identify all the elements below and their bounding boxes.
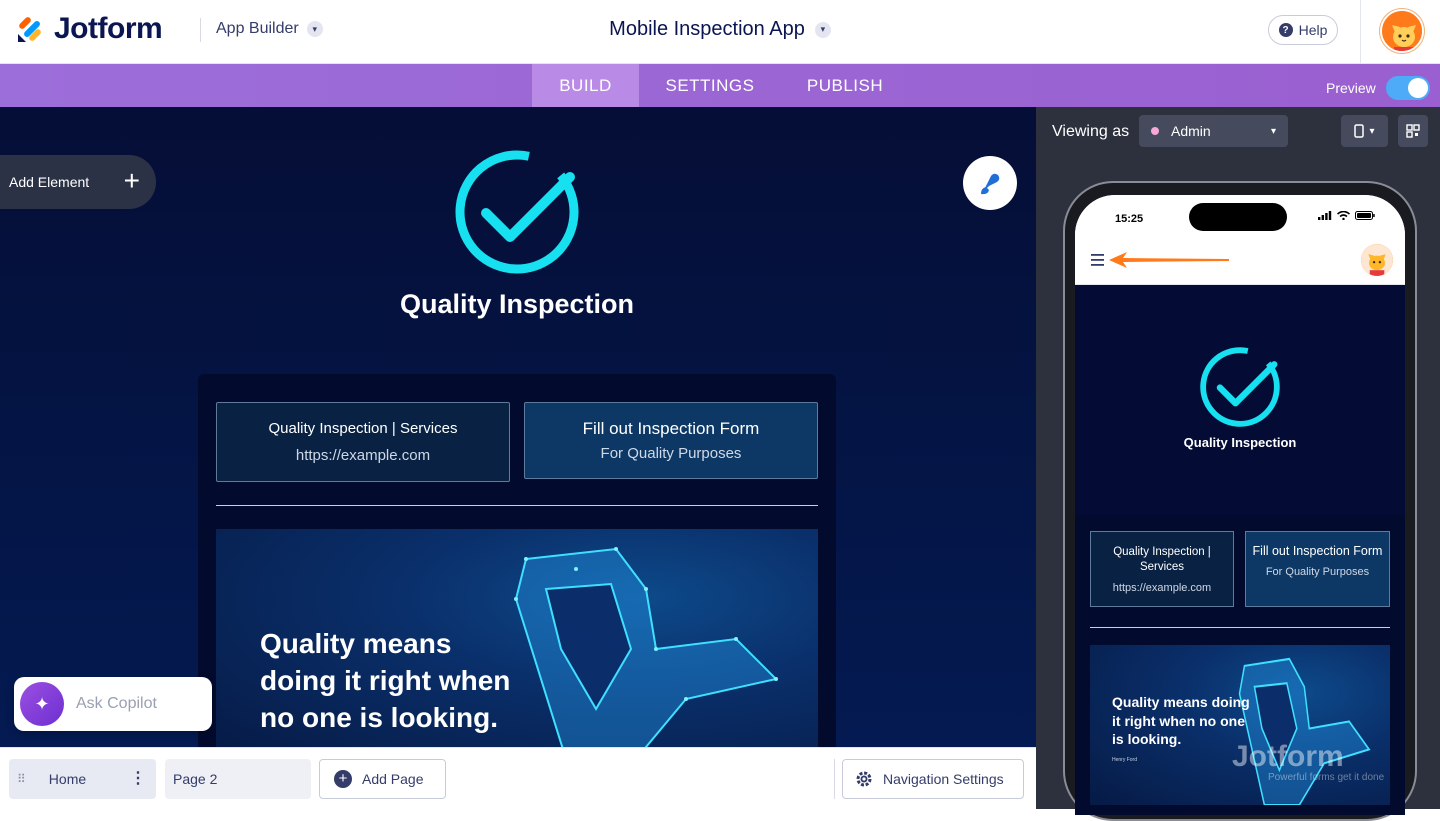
preview-panel: Viewing as Admin ▾ ▾ 15:25 Quality Inspe… xyxy=(1036,107,1440,821)
chevron-down-icon: ▾ xyxy=(1270,125,1276,137)
add-page-label: Add Page xyxy=(362,771,424,787)
avatar[interactable] xyxy=(1361,244,1393,276)
sparkle-icon: ✦ xyxy=(20,682,64,726)
chevron-down-icon: ▾ xyxy=(814,21,831,38)
phone-link-services[interactable]: Quality Inspection | Services https://ex… xyxy=(1090,531,1234,607)
main-nav: BUILD SETTINGS PUBLISH Preview xyxy=(0,64,1440,107)
page-tab-home[interactable]: ⠿ Home ⋮ xyxy=(9,759,156,799)
ask-copilot-button[interactable]: ✦ Ask Copilot xyxy=(14,677,212,731)
jotform-watermark: Jotform xyxy=(1232,740,1344,773)
page-label: Home xyxy=(48,771,87,787)
role-select[interactable]: Admin ▾ xyxy=(1139,115,1288,147)
banner-author: Henry Ford xyxy=(1112,757,1138,763)
phone-status-bar: 15:25 xyxy=(1075,195,1405,235)
link-subtitle: For Quality Purposes xyxy=(1265,566,1370,578)
add-element-button[interactable]: Add Element + xyxy=(0,155,156,209)
link-subtitle: For Quality Purposes xyxy=(600,445,742,462)
phone-icon xyxy=(1354,124,1365,138)
link-button-inspection-form[interactable]: Fill out Inspection Form For Quality Pur… xyxy=(524,402,818,479)
phone-link-inspection-form[interactable]: Fill out Inspection Form For Quality Pur… xyxy=(1245,531,1390,607)
navigation-settings-label: Navigation Settings xyxy=(883,771,1004,787)
add-element-label: Add Element xyxy=(9,174,90,190)
battery-icon xyxy=(1355,211,1375,220)
pages-bar: ⠿ Home ⋮ Page 2 + Add Page Navigation Se… xyxy=(0,747,1036,809)
tab-publish[interactable]: PUBLISH xyxy=(790,64,900,107)
page-tab-page-2[interactable]: Page 2 xyxy=(165,759,311,799)
preview-control: Preview xyxy=(1326,76,1430,100)
tab-settings[interactable]: SETTINGS xyxy=(645,64,775,107)
copilot-label: Ask Copilot xyxy=(76,695,157,712)
phone-app-header xyxy=(1075,235,1405,285)
role-value: Admin xyxy=(1171,123,1211,139)
dynamic-island xyxy=(1189,203,1287,231)
banner-quote: Quality means doing it right when no one… xyxy=(260,628,511,733)
viewing-as-label: Viewing as xyxy=(1052,123,1130,140)
gear-icon xyxy=(856,771,872,787)
header-divider xyxy=(1360,0,1361,64)
phone-time: 15:25 xyxy=(1115,213,1144,225)
phone-hero: Quality Inspection xyxy=(1075,285,1405,515)
signal-icon xyxy=(1318,211,1332,220)
link-title: Quality Inspection | Services xyxy=(268,420,458,437)
link-subtitle: https://example.com xyxy=(1112,582,1212,594)
link-subtitle: https://example.com xyxy=(295,447,431,464)
theme-brush-button[interactable] xyxy=(963,156,1017,210)
question-icon: ? xyxy=(1278,23,1293,37)
preview-label: Preview xyxy=(1326,80,1376,96)
qr-code-icon xyxy=(1406,124,1420,138)
builder-canvas: Add Element + Quality Inspection Quality… xyxy=(0,107,1036,747)
plus-icon: + xyxy=(334,770,352,788)
phone-frame: 15:25 Quality Inspection Quality Inspect… xyxy=(1063,181,1417,821)
plus-icon: + xyxy=(123,165,140,196)
cat-avatar-icon xyxy=(1361,244,1393,276)
quote-banner-image[interactable]: Quality means doing it right when no one… xyxy=(216,529,818,747)
more-options-icon[interactable]: ⋮ xyxy=(130,768,146,788)
divider-line xyxy=(216,505,818,506)
wifi-icon xyxy=(1337,211,1350,220)
navigation-settings-button[interactable]: Navigation Settings xyxy=(842,759,1024,799)
link-title: Quality Inspection | Services xyxy=(1113,546,1211,573)
app-title-wrapper: Mobile Inspection App ▾ xyxy=(0,18,1440,41)
watermark-tagline: Powerful forms get it done xyxy=(1268,772,1385,783)
role-color-dot xyxy=(1151,127,1159,135)
link-button-services[interactable]: Quality Inspection | Services https://ex… xyxy=(216,402,510,482)
link-title: Fill out Inspection Form xyxy=(1252,544,1383,558)
tab-build[interactable]: BUILD xyxy=(532,64,639,107)
cat-avatar-icon xyxy=(1382,11,1422,51)
hamburger-icon[interactable] xyxy=(1089,251,1249,271)
status-icons xyxy=(1318,211,1375,220)
drag-handle-icon[interactable]: ⠿ xyxy=(17,772,27,786)
chevron-down-icon: ▾ xyxy=(1369,125,1375,137)
help-button[interactable]: ? Help xyxy=(1268,15,1338,45)
checkmark-circle-icon xyxy=(1200,347,1280,427)
paint-brush-icon xyxy=(981,173,1000,195)
add-page-button[interactable]: + Add Page xyxy=(319,759,446,799)
preview-toggle[interactable] xyxy=(1385,76,1430,100)
page-label: Page 2 xyxy=(173,771,218,787)
top-bar: Jotform App Builder ▾ Mobile Inspection … xyxy=(0,0,1440,64)
app-title: Mobile Inspection App xyxy=(609,18,805,40)
avatar[interactable] xyxy=(1380,9,1424,53)
device-select-button[interactable]: ▾ xyxy=(1341,115,1388,147)
help-label: Help xyxy=(1298,22,1328,38)
phone-screen: 15:25 Quality Inspection Quality Inspect… xyxy=(1075,195,1405,815)
app-title-menu[interactable]: Mobile Inspection App ▾ xyxy=(609,18,831,41)
hero-title: Quality Inspection xyxy=(399,289,635,319)
divider xyxy=(834,759,835,799)
checkmark-circle-icon xyxy=(455,150,579,274)
content-card: Quality Inspection | Services https://ex… xyxy=(198,374,836,747)
banner-quote: Quality means doing it right when no one… xyxy=(1112,694,1250,747)
divider-line xyxy=(1090,627,1390,628)
link-title: Fill out Inspection Form xyxy=(582,419,760,438)
phone-hero-title: Quality Inspection xyxy=(1183,435,1297,450)
qr-code-button[interactable] xyxy=(1398,115,1428,147)
